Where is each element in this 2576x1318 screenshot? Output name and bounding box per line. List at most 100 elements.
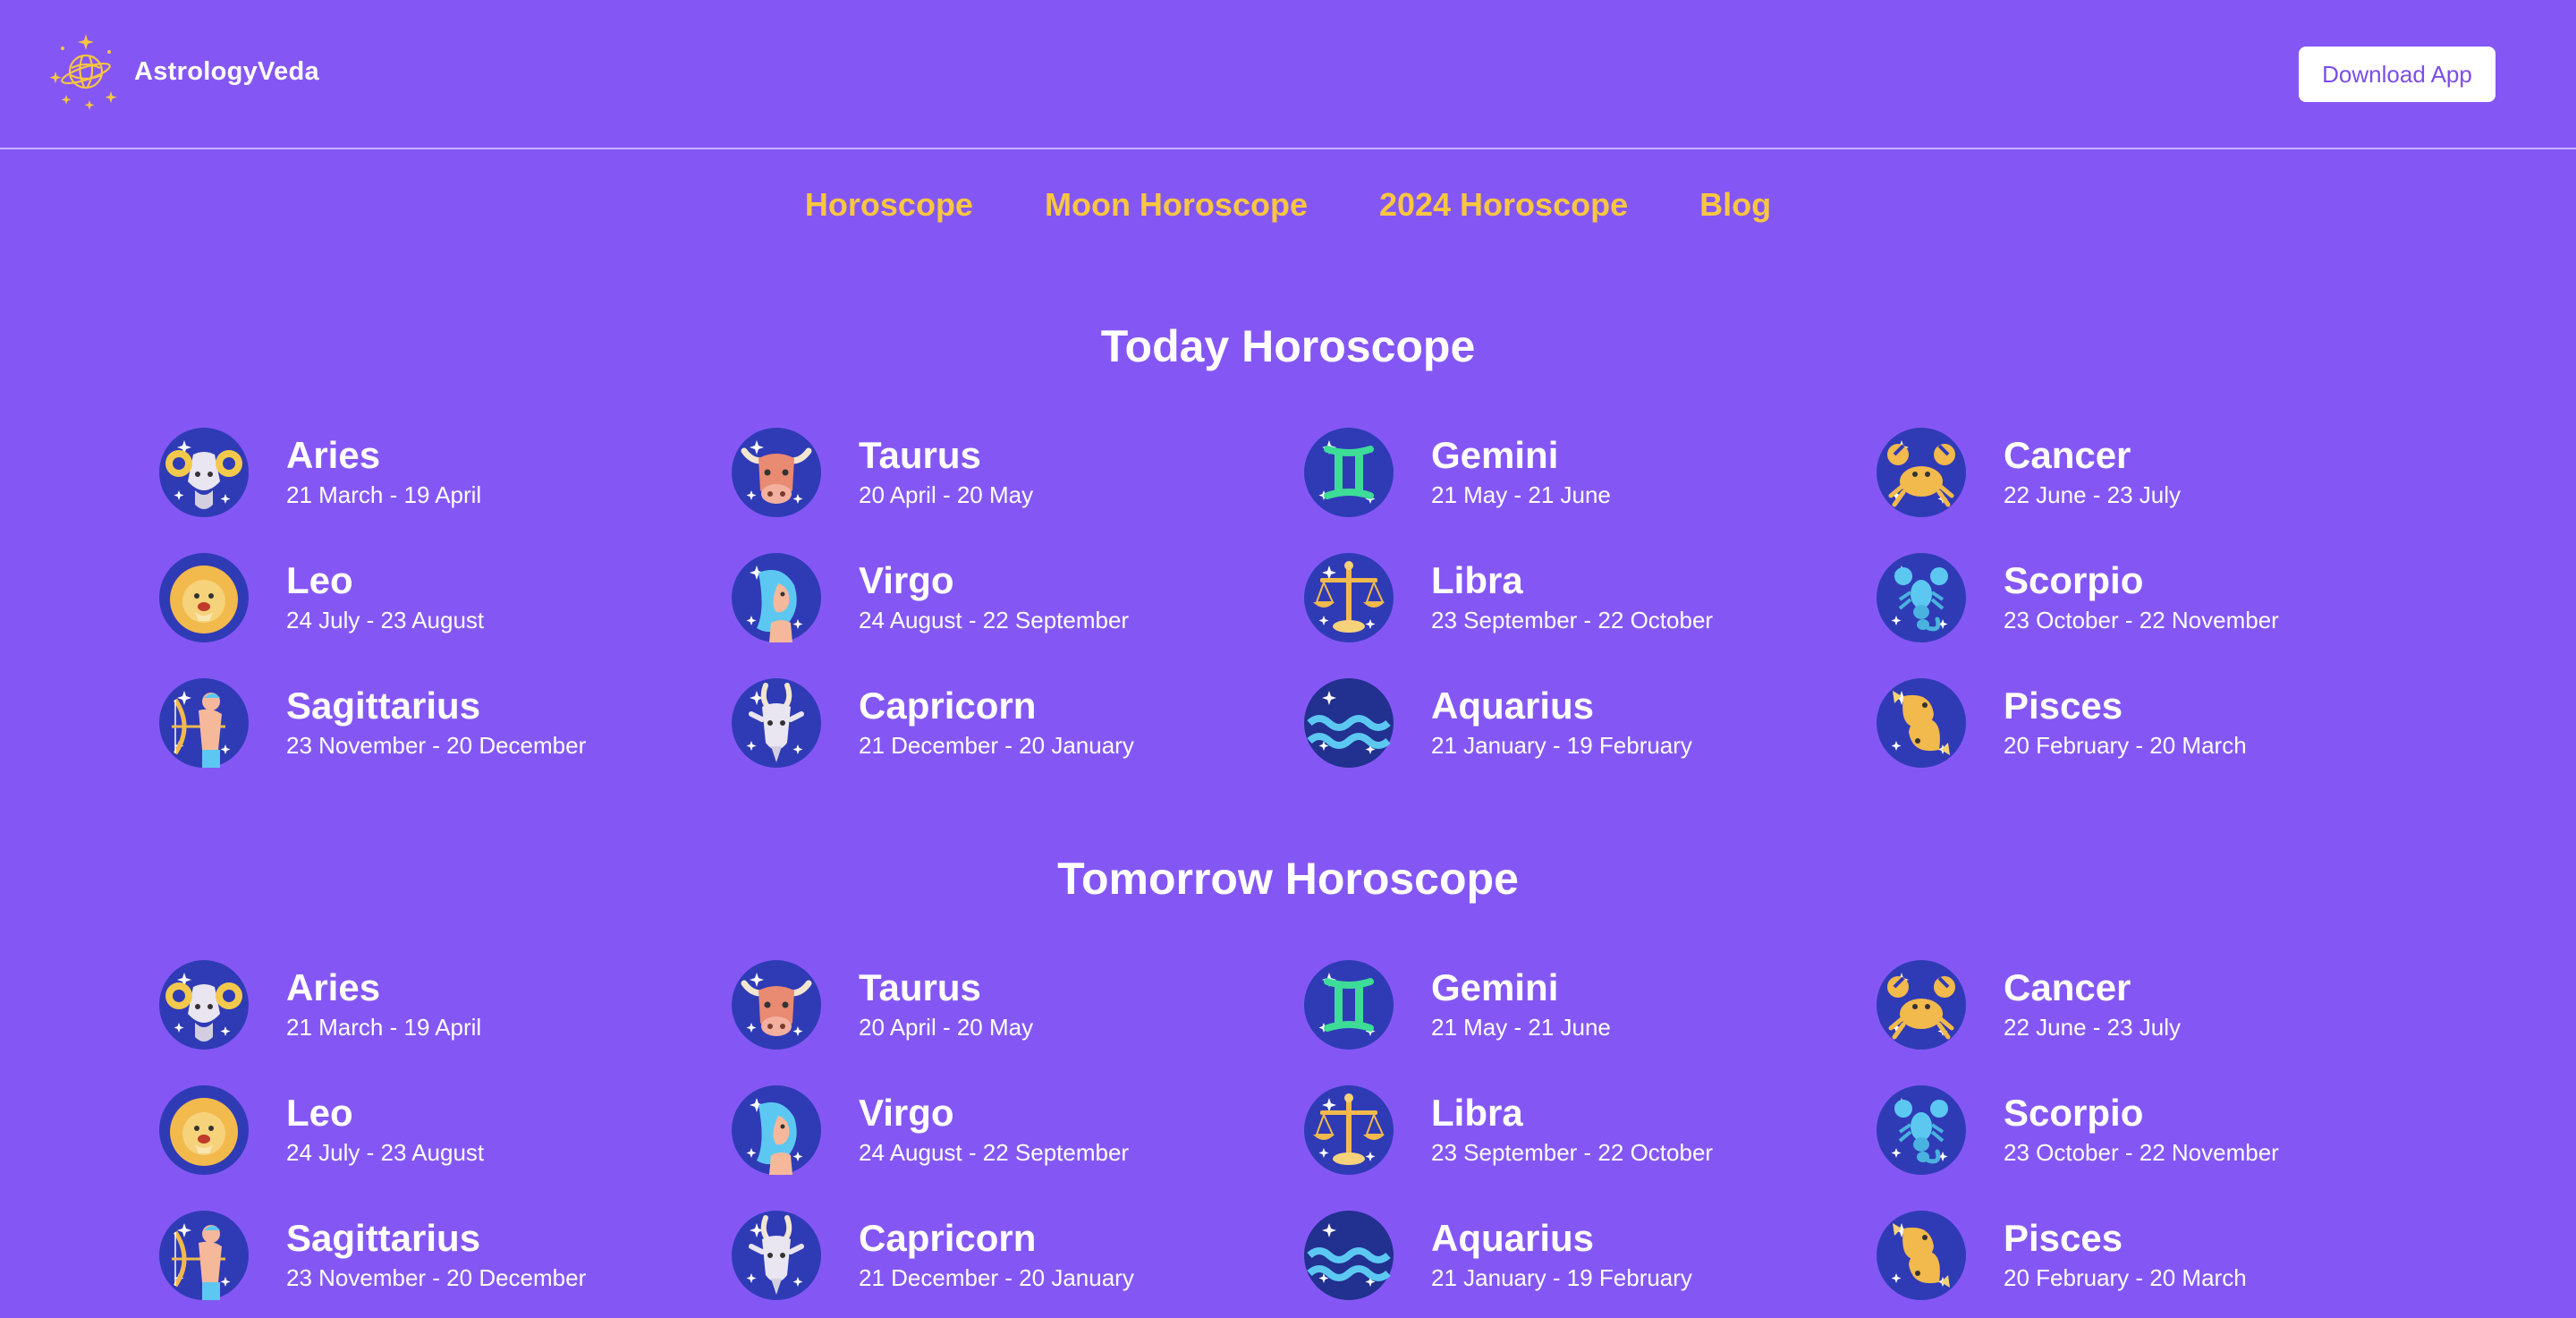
section-title-today: Today Horoscope [1100,321,1476,371]
sign-card-virgo[interactable]: Virgo 24 August - 22 September [732,1067,1304,1193]
sign-card-aquarius[interactable]: Aquarius 21 January - 19 February [1304,1193,1877,1318]
sign-card-aquarius[interactable]: Aquarius 21 January - 19 February [1304,660,1877,786]
nav-link-horoscope[interactable]: Horoscope [805,186,973,224]
sign-text: Cancer 22 June - 23 July [2004,435,2181,510]
sign-date-range: 22 June - 23 July [2004,1014,2182,1041]
leo-icon [159,553,249,642]
sign-card-cancer[interactable]: Cancer 22 June - 23 July [1877,410,2449,535]
sign-date-range: 21 January - 19 February [1431,732,1692,759]
libra-icon [1304,553,1394,642]
sign-name: Leo [286,559,353,601]
download-app-button[interactable]: Download App [2299,47,2496,102]
sign-card-pisces[interactable]: Pisces 20 February - 20 March [1877,1193,2449,1318]
sign-card-aries[interactable]: Aries 21 March - 19 April [159,410,732,535]
sign-date-range: 23 October - 22 November [2004,607,2279,633]
sign-card-taurus[interactable]: Taurus 20 April - 20 May [732,942,1304,1067]
sign-card-leo[interactable]: Leo 24 July - 23 August [159,1067,732,1193]
sign-card-capricorn[interactable]: Capricorn 21 December - 20 January [732,660,1304,786]
sign-card-capricorn[interactable]: Capricorn 21 December - 20 January [732,1193,1304,1318]
sign-text: Aquarius 21 January - 19 February [1431,1218,1692,1293]
gemini-icon [1304,428,1394,517]
site-header: AstrologyVeda Download App [0,0,2576,149]
sign-name: Gemini [1431,434,1559,476]
sign-name: Cancer [2004,966,2131,1008]
cancer-icon [1877,960,1966,1050]
capricorn-icon [732,678,821,768]
sign-text: Scorpio 23 October - 22 November [2004,560,2279,635]
sign-text: Leo 24 July - 23 August [286,560,484,635]
sign-card-gemini[interactable]: Gemini 21 May - 21 June [1304,410,1877,535]
sign-card-virgo[interactable]: Virgo 24 August - 22 September [732,535,1304,660]
sign-text: Capricorn 21 December - 20 January [859,685,1134,761]
pisces-icon [1877,1211,1966,1300]
sign-name: Pisces [2004,685,2123,727]
sign-card-sagittarius[interactable]: Sagittarius 23 November - 20 December [159,1193,732,1318]
sign-date-range: 20 February - 20 March [2004,1264,2247,1291]
sign-date-range: 21 May - 21 June [1431,1014,1611,1041]
cancer-icon [1877,428,1966,517]
sign-name: Taurus [859,966,981,1008]
sign-card-leo[interactable]: Leo 24 July - 23 August [159,535,732,660]
sign-card-sagittarius[interactable]: Sagittarius 23 November - 20 December [159,660,732,786]
brand-logo-link[interactable]: AstrologyVeda [47,32,319,111]
sign-date-range: 23 September - 22 October [1431,607,1714,633]
sign-name: Pisces [2004,1217,2123,1259]
sign-name: Capricorn [859,1217,1037,1259]
sign-text: Pisces 20 February - 20 March [2004,685,2247,761]
sign-name: Libra [1431,1092,1523,1134]
sign-name: Aries [286,434,381,476]
scorpio-icon [1877,1085,1966,1175]
sign-date-range: 24 August - 22 September [859,607,1130,633]
taurus-icon [732,428,821,517]
sign-text: Virgo 24 August - 22 September [859,560,1129,635]
sign-name: Virgo [859,1092,954,1134]
sign-card-aries[interactable]: Aries 21 March - 19 April [159,942,732,1067]
sign-card-scorpio[interactable]: Scorpio 23 October - 22 November [1877,1067,2449,1193]
sign-date-range: 20 April - 20 May [859,1014,1034,1041]
sign-date-range: 23 October - 22 November [2004,1139,2279,1166]
libra-icon [1304,1085,1394,1175]
sign-name: Gemini [1431,966,1559,1008]
sign-date-range: 21 March - 19 April [286,481,482,508]
sign-text: Leo 24 July - 23 August [286,1093,484,1168]
sign-name: Virgo [859,559,954,601]
sign-card-cancer[interactable]: Cancer 22 June - 23 July [1877,942,2449,1067]
nav-link-blog[interactable]: Blog [1699,186,1771,224]
sign-name: Aries [286,966,381,1008]
virgo-icon [732,1085,821,1175]
sign-text: Gemini 21 May - 21 June [1431,967,1611,1042]
sign-name: Aquarius [1431,1217,1595,1259]
sign-text: Libra 23 September - 22 October [1431,1093,1713,1168]
aquarius-icon [1304,1211,1394,1300]
sign-date-range: 20 February - 20 March [2004,732,2247,759]
sign-name: Scorpio [2004,559,2144,601]
sign-name: Capricorn [859,685,1037,727]
sign-date-range: 21 January - 19 February [1431,1264,1692,1291]
tomorrow-signs-grid: Aries 21 March - 19 April Taurus 20 April … [159,942,2485,1318]
sign-date-range: 21 March - 19 April [286,1014,482,1041]
sign-card-libra[interactable]: Libra 23 September - 22 October [1304,1067,1877,1193]
sign-date-range: 24 July - 23 August [286,1139,485,1166]
sagittarius-icon [159,1211,249,1300]
sign-date-range: 22 June - 23 July [2004,481,2182,508]
sign-name: Sagittarius [286,685,481,727]
nav-link-2024-horoscope[interactable]: 2024 Horoscope [1379,186,1628,224]
sign-text: Aries 21 March - 19 April [286,435,481,510]
sign-card-gemini[interactable]: Gemini 21 May - 21 June [1304,942,1877,1067]
sign-text: Scorpio 23 October - 22 November [2004,1093,2279,1168]
sign-date-range: 24 July - 23 August [286,607,485,633]
sign-text: Taurus 20 April - 20 May [859,967,1033,1042]
sign-text: Pisces 20 February - 20 March [2004,1218,2247,1293]
sign-name: Libra [1431,559,1523,601]
sign-card-pisces[interactable]: Pisces 20 February - 20 March [1877,660,2449,786]
sign-card-libra[interactable]: Libra 23 September - 22 October [1304,535,1877,660]
sign-name: Taurus [859,434,981,476]
main-nav: Horoscope Moon Horoscope 2024 Horoscope … [0,186,2576,224]
nav-link-moon-horoscope[interactable]: Moon Horoscope [1045,186,1308,224]
sign-card-taurus[interactable]: Taurus 20 April - 20 May [732,410,1304,535]
sign-card-scorpio[interactable]: Scorpio 23 October - 22 November [1877,535,2449,660]
sign-text: Aquarius 21 January - 19 February [1431,685,1692,761]
zodiac-globe-logo-icon [49,34,117,110]
sagittarius-icon [159,678,249,768]
today-signs-grid: Aries 21 March - 19 April Taurus 20 April … [159,410,2485,786]
